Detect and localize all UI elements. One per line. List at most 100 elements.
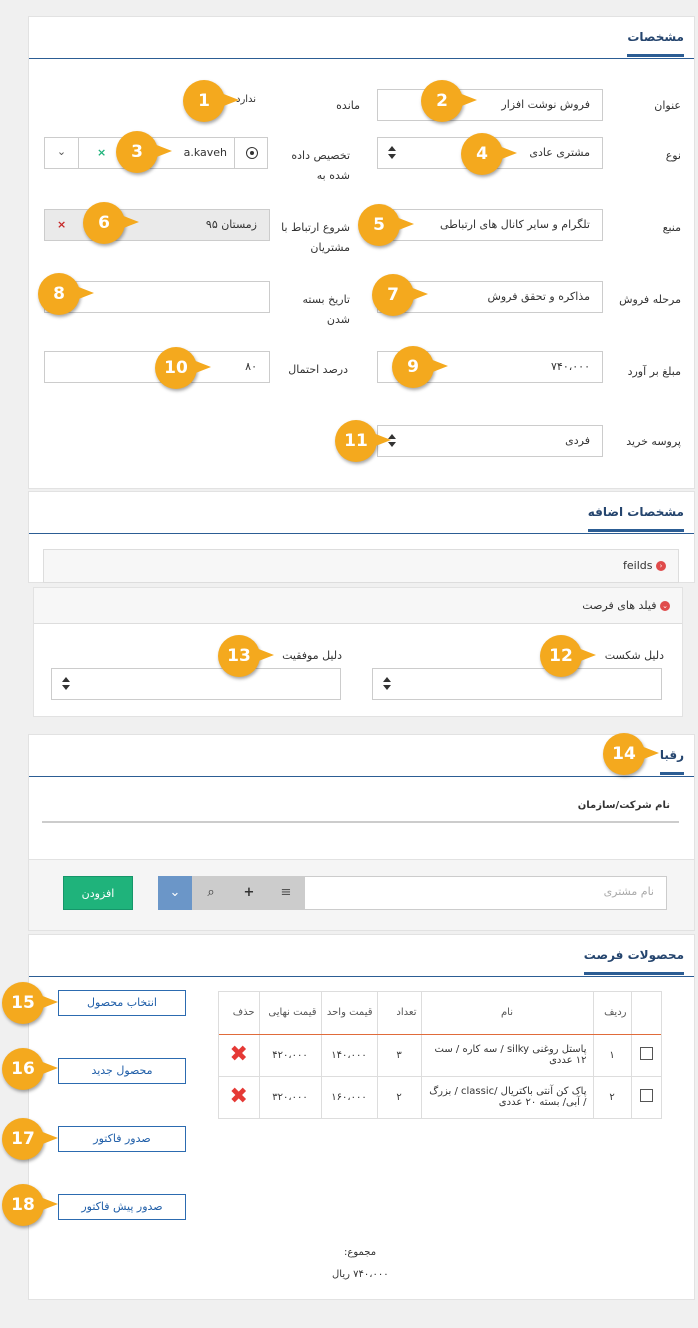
callout-14: 14 [603,733,659,775]
success-reason-select[interactable] [51,668,341,700]
total-value: ۷۴۰،۰۰۰ ریال [332,1269,389,1280]
callout-12: 12 [540,635,596,677]
products-header: محصولات فرصت [29,935,694,977]
competitor-divider [42,821,679,823]
products-table-wrap: ردیف نام تعداد قیمت واحد قیمت نهایی حذف … [218,991,662,1119]
callout-7: 7 [372,274,428,316]
extra-header: مشخصات اضافه [29,492,694,534]
remaining-value: ندارد [236,94,257,105]
type-label: نوع [665,149,681,162]
row-checkbox[interactable] [630,1033,661,1076]
details-panel: مشخصات [28,16,695,489]
delete-icon[interactable]: ✖ [219,1033,259,1076]
chevron-down-icon[interactable]: ⌄ [158,876,192,910]
issue-proforma-button[interactable]: صدور پیش فاکتور [58,1194,186,1220]
list-icon[interactable]: ≡ [268,876,304,910]
products-table: ردیف نام تعداد قیمت واحد قیمت نهایی حذف … [219,992,661,1118]
select-product-button[interactable]: انتخاب محصول [58,990,186,1016]
th-row: ردیف [592,992,631,1035]
type-value: مشتری عادی [529,146,590,159]
callout-1: 1 [183,80,239,122]
callout-10: 10 [155,347,211,389]
assigned-label: تخصیص داده شده به [291,149,350,182]
issue-invoice-button[interactable]: صدور فاکتور [58,1126,186,1152]
assigned-radio-icon[interactable] [246,147,258,159]
callout-13: 13 [218,635,274,677]
opportunity-fields-label: ⌄ فیلد های فرصت [582,599,670,612]
clear-assigned-icon[interactable]: × [97,138,106,168]
callout-2: 2 [421,80,477,122]
purchase-process-value: فردی [565,434,590,447]
new-product-button[interactable]: محصول جدید [58,1058,186,1084]
close-date-label: تاریخ بسته شدن [302,293,350,326]
chevron-down-icon[interactable]: ⌄ [45,138,79,168]
callout-17: 17 [2,1118,58,1160]
th-name: نام [420,992,593,1035]
customer-search-input[interactable]: نام مشتری [304,876,667,910]
products-title: محصولات فرصت [583,948,684,975]
clear-start-icon[interactable]: × [57,210,66,240]
start-label: شروع ارتباط با مشتریان [281,221,350,254]
callout-15: 15 [2,982,58,1024]
feilds-accordion[interactable]: ‹ feilds [43,549,679,583]
plus-icon[interactable]: + [230,876,268,910]
row-name: پاک کن آنتی باکتریال /classic / بزرگ / آ… [420,1075,593,1118]
row-number: ۲ [592,1075,631,1118]
row-name: پاستل روغنی silky / سه کاره / ست ۱۲ عددی [420,1033,593,1076]
fail-reason-label: دلیل شکست [604,649,664,662]
row-final-price: ۳۲۰،۰۰۰ [258,1075,321,1118]
start-select[interactable]: زمستان ۹۵ × [44,209,270,241]
row-number: ۱ [592,1033,631,1076]
details-header: مشخصات [29,17,694,59]
collapse-icon: ‹ [656,561,666,571]
start-value: زمستان ۹۵ [205,218,257,231]
remaining-label: مانده [336,99,360,112]
search-icon[interactable]: ⌕ [192,876,230,910]
row-checkbox[interactable] [630,1075,661,1118]
title-label: عنوان [654,99,681,112]
probability-label: درصد احتمال [288,363,348,376]
source-label: منبع [662,221,681,234]
callout-5: 5 [358,204,414,246]
table-row: ۲ پاک کن آنتی باکتریال /classic / بزرگ /… [219,1075,661,1118]
details-title: مشخصات [627,30,684,57]
select-arrows-icon [388,146,396,160]
th-checkbox [630,992,661,1035]
estimate-label: مبلغ بر آورد [627,365,681,378]
callout-4: 4 [461,133,517,175]
success-reason-label: دلیل موفقیت [282,649,342,662]
th-final-price: قیمت نهایی [258,992,321,1035]
delete-icon[interactable]: ✖ [219,1075,259,1118]
row-unit-price: ۱۶۰،۰۰۰ [320,1075,377,1118]
add-competitor-button[interactable]: افزودن [63,876,133,910]
extra-title: مشخصات اضافه [587,505,684,532]
callout-16: 16 [2,1048,58,1090]
th-qty: تعداد [376,992,421,1035]
fail-reason-select[interactable] [372,668,662,700]
row-unit-price: ۱۴۰،۰۰۰ [320,1033,377,1076]
competitor-column-header: نام شرکت/سازمان [577,800,670,811]
callout-18: 18 [2,1184,58,1226]
th-unit-price: قیمت واحد [320,992,377,1035]
competitors-title[interactable]: رقبا [659,748,684,775]
callout-6: 6 [83,202,139,244]
table-row: ۱ پاستل روغنی silky / سه کاره / ست ۱۲ عد… [219,1033,661,1076]
title-input[interactable]: فروش نوشت افزار [377,89,603,121]
stage-label: مرحله فروش [619,293,681,306]
purchase-process-label: پروسه خرید [626,435,681,448]
total-label: مجموع: [344,1247,377,1258]
opportunity-fields-header[interactable]: ⌄ فیلد های فرصت [34,588,682,624]
select-arrows-icon [62,677,70,691]
assigned-value: a.kaveh [183,146,227,159]
row-qty: ۳ [376,1033,421,1076]
select-arrows-icon [383,677,391,691]
expand-icon: ⌄ [660,601,670,611]
row-qty: ۲ [376,1075,421,1118]
purchase-process-select[interactable]: فردی [377,425,603,457]
feilds-label: ‹ feilds [623,559,666,572]
callout-3: 3 [116,131,172,173]
competitors-header: رقبا [29,735,694,777]
callout-8: 8 [38,273,94,315]
callout-11: 11 [335,420,391,462]
th-delete: حذف [219,992,259,1035]
